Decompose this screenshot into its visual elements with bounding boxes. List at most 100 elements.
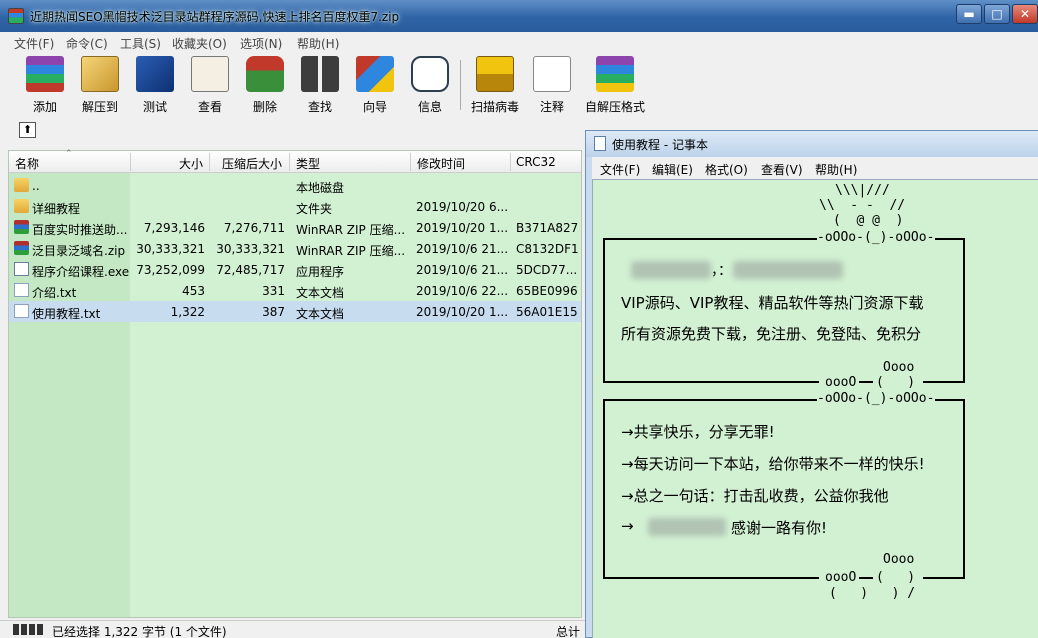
- text-file-icon: [14, 283, 29, 297]
- row-modified: 2019/10/6 21...: [416, 263, 509, 277]
- row-modified: 2019/10/20 6...: [416, 200, 509, 214]
- row-name: 泛目录泛域名.zip: [32, 244, 126, 258]
- row-type: 应用程序: [296, 265, 345, 279]
- row-size: 30,333,321: [136, 242, 205, 256]
- row-type: 文本文档: [296, 286, 345, 300]
- table-row-selected[interactable]: 使用教程.txt 1,322 387 文本文档 2019/10/20 1... …: [9, 301, 581, 322]
- minimize-button[interactable]: ▬: [956, 4, 982, 24]
- column-divider[interactable]: [410, 153, 411, 171]
- box1-line2: 所有资源免费下载，免注册、免登陆、免积分: [621, 325, 922, 343]
- table-row[interactable]: 介绍.txt 453 331 文本文档 2019/10/6 22... 65BE…: [9, 280, 581, 301]
- info-icon: [411, 56, 449, 92]
- row-modified: 2019/10/20 1...: [416, 305, 509, 319]
- folder-icon: [14, 199, 29, 213]
- sort-ascending-icon: ⌃: [65, 149, 73, 159]
- menu-help[interactable]: 帮助(H): [297, 35, 339, 52]
- executable-icon: [14, 262, 29, 276]
- virus-scan-button[interactable]: 扫描病毒: [467, 56, 523, 116]
- ascii-box2-oooo: Oooo: [883, 552, 915, 567]
- notepad-window: 使用教程 - 记事本 文件(F) 编辑(E) 格式(O) 查看(V) 帮助(H)…: [585, 130, 1038, 638]
- box1-right-line: [963, 238, 965, 382]
- row-size: 73,252,099: [136, 263, 205, 277]
- table-row[interactable]: 程序介绍课程.exe 73,252,099 72,485,717 应用程序 20…: [9, 259, 581, 280]
- row-name: 程序介绍课程.exe: [32, 265, 130, 279]
- sfx-button[interactable]: 自解压格式: [583, 56, 647, 116]
- virus-scan-icon: [476, 56, 514, 92]
- delete-button[interactable]: 删除: [238, 56, 292, 116]
- file-list: 名称 ⌃ 大小 压缩后大小 类型 修改时间 CRC32 .. 本地磁盘 详细教程…: [8, 149, 582, 618]
- column-divider[interactable]: [209, 153, 210, 171]
- text-file-icon: [14, 304, 29, 318]
- table-row[interactable]: 百度实时推送助... 7,293,146 7,276,711 WinRAR ZI…: [9, 217, 581, 238]
- column-header-size[interactable]: 大小: [179, 155, 203, 172]
- column-divider[interactable]: [130, 153, 131, 171]
- redacted-blur: [648, 518, 726, 536]
- box2-bottom-left-line: [603, 577, 819, 579]
- close-button[interactable]: ✕: [1012, 4, 1038, 24]
- row-type: WinRAR ZIP 压缩...: [296, 223, 406, 237]
- row-size: 453: [182, 284, 205, 298]
- np-menu-edit[interactable]: 编辑(E): [652, 161, 693, 178]
- test-icon: [136, 56, 174, 92]
- box2-line2: →每天访问一下本站，给你带来不一样的快乐!: [621, 455, 925, 473]
- row-crc: 65BE0996: [516, 284, 578, 298]
- menu-commands[interactable]: 命令(C): [66, 35, 108, 52]
- column-header-crc32[interactable]: CRC32: [516, 155, 556, 169]
- row-packed: 72,485,717: [216, 263, 285, 277]
- table-row[interactable]: .. 本地磁盘: [9, 175, 581, 196]
- column-header-name[interactable]: 名称: [15, 155, 39, 172]
- rar-archive-icon: [14, 220, 29, 234]
- drive-status-icon: [13, 624, 45, 635]
- view-button[interactable]: 查看: [183, 56, 237, 116]
- column-divider[interactable]: [289, 153, 290, 171]
- test-button[interactable]: 测试: [128, 56, 182, 116]
- np-menu-help[interactable]: 帮助(H): [815, 161, 857, 178]
- title-bar: 近期热闻SEO黑帽技术泛目录站群程序源码,快速上排名百度权重7.zip ▬ □ …: [0, 0, 1038, 32]
- maximize-button[interactable]: □: [984, 4, 1010, 24]
- np-menu-view[interactable]: 查看(V): [761, 161, 803, 178]
- column-divider[interactable]: [510, 153, 511, 171]
- find-button[interactable]: 查找: [293, 56, 347, 116]
- row-packed: 30,333,321: [216, 242, 285, 256]
- notepad-text-area[interactable]: \\\|/// \\ - - // ( @ @ ) -oOOo-(_)-oOOo…: [592, 179, 1038, 638]
- table-row[interactable]: 详细教程 文件夹 2019/10/20 6...: [9, 196, 581, 217]
- column-header-type[interactable]: 类型: [296, 155, 320, 172]
- box1-line1: VIP源码、VIP教程、精品软件等热门资源下载: [621, 294, 924, 312]
- menu-options[interactable]: 选项(N): [240, 35, 282, 52]
- status-total: 总计: [556, 625, 581, 638]
- ascii-brow: \\ - - //: [819, 198, 906, 213]
- redacted-blur: [733, 261, 843, 279]
- np-menu-file[interactable]: 文件(F): [600, 161, 640, 178]
- window-title: 近期热闻SEO黑帽技术泛目录站群程序源码,快速上排名百度权重7.zip: [30, 10, 400, 24]
- info-button[interactable]: 信息: [403, 56, 457, 116]
- box1-bottom-left-line: [603, 381, 819, 383]
- np-menu-format[interactable]: 格式(O): [705, 161, 748, 178]
- wizard-icon: [356, 56, 394, 92]
- wizard-button[interactable]: 向导: [348, 56, 402, 116]
- menu-tools[interactable]: 工具(S): [120, 35, 161, 52]
- extract-to-button[interactable]: 解压到: [73, 56, 127, 116]
- redacted-blur: [631, 261, 711, 279]
- menu-file[interactable]: 文件(F): [14, 35, 54, 52]
- ascii-hair: \\\|///: [835, 183, 890, 198]
- ascii-box2-top: -oOOo-(_)-oOOo-: [817, 391, 935, 406]
- menu-favorites[interactable]: 收藏夹(O): [172, 35, 227, 52]
- column-header-modified[interactable]: 修改时间: [417, 155, 465, 172]
- table-row[interactable]: 泛目录泛域名.zip 30,333,321 30,333,321 WinRAR …: [9, 238, 581, 259]
- row-type: 文件夹: [296, 202, 333, 216]
- add-label: 添加: [32, 100, 57, 114]
- row-type: 本地磁盘: [296, 181, 345, 195]
- list-header: 名称 ⌃ 大小 压缩后大小 类型 修改时间 CRC32: [9, 149, 581, 173]
- info-label: 信息: [417, 100, 442, 114]
- ascii-feet: ( ) ) /: [829, 586, 916, 601]
- extract-to-icon: [81, 56, 119, 92]
- add-button[interactable]: 添加: [18, 56, 72, 116]
- box2-line1: →共享快乐，分享无罪!: [621, 423, 775, 441]
- up-one-level-button[interactable]: ⬆: [19, 122, 36, 138]
- box1-top-right-line: [935, 238, 965, 240]
- column-header-packed[interactable]: 压缩后大小: [222, 155, 282, 172]
- ascii-box2-bottom-a: oooO: [825, 570, 857, 585]
- row-packed: 7,276,711: [223, 221, 285, 235]
- find-icon: [301, 56, 339, 92]
- comment-button[interactable]: 注释: [525, 56, 579, 116]
